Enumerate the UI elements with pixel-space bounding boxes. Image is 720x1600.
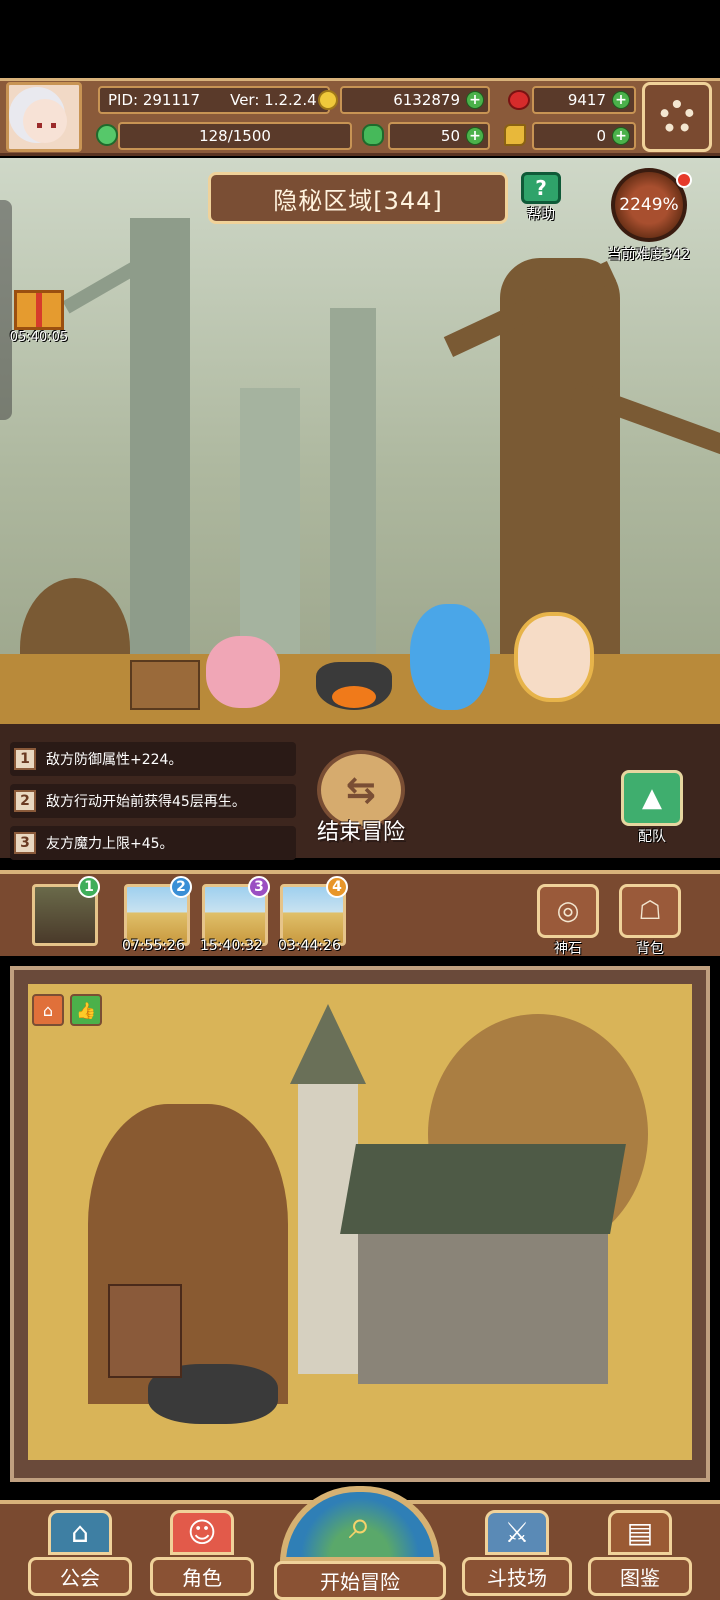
guild-icon: ⌂: [48, 1510, 112, 1555]
gift-button[interactable]: 05:40:05: [8, 290, 70, 350]
gold-counter: 6132879 +: [340, 86, 490, 114]
nav-guild[interactable]: ⌂ 公会: [28, 1510, 132, 1596]
stage-bar: [0, 870, 720, 956]
tower-roof: [290, 1004, 366, 1084]
base-map[interactable]: [28, 984, 692, 1460]
character-icon: ☺: [170, 1510, 234, 1555]
key-icon: [504, 124, 526, 146]
background-tree: [130, 218, 190, 698]
add-apple-icon[interactable]: +: [612, 91, 630, 109]
god-stone-label: 神石: [554, 941, 582, 957]
buff-number: 2: [14, 790, 36, 812]
nav-character[interactable]: ☺ 角色: [150, 1510, 254, 1596]
stage-badge-1: 1: [78, 876, 100, 898]
avatar-eye: [51, 123, 56, 128]
end-adventure-label: 结束冒险: [316, 820, 405, 845]
start-adventure-button[interactable]: ⌕ 开始冒险: [272, 1486, 448, 1600]
backpack-icon: ☖: [619, 884, 681, 938]
player-id: PID: 291117: [108, 91, 201, 109]
player-info-box: PID: 291117 Ver: 1.2.2.4: [98, 86, 330, 114]
stamina-value: 128/1500: [199, 127, 271, 145]
nav-character-label: 角色: [150, 1557, 254, 1596]
game-version: Ver: 1.2.2.4: [230, 91, 317, 109]
apple-value: 9417: [567, 91, 606, 109]
nav-codex[interactable]: ▤ 图鉴: [588, 1510, 692, 1596]
crate-stack: [108, 1284, 182, 1378]
background-tree: [330, 308, 376, 698]
blue-hero-sprite[interactable]: [410, 604, 490, 710]
avatar-face: [23, 99, 67, 143]
buff-text: 友方魔力上限+45。: [46, 836, 174, 852]
help-button[interactable]: ? 帮助: [516, 172, 566, 224]
blonde-hero-sprite[interactable]: [514, 612, 594, 702]
clover-value: 50: [440, 127, 460, 145]
help-label: 帮助: [527, 207, 555, 223]
gift-timer: 05:40:05: [9, 330, 69, 345]
crossed-swords-icon: ⚔: [485, 1510, 549, 1555]
buff-text: 敌方行动开始前获得45层再生。: [46, 794, 246, 810]
buff-item: 3 友方魔力上限+45。: [10, 826, 296, 860]
stage-timer-4: 03:44:26: [278, 938, 341, 954]
god-stone-icon: ◎: [537, 884, 599, 938]
stage-timer-2: 07:55:26: [122, 938, 185, 954]
start-adventure-label: 开始冒险: [274, 1561, 446, 1600]
buff-number: 3: [14, 832, 36, 854]
backpack-button[interactable]: ☖ 背包: [618, 884, 682, 958]
buff-item: 1 敌方防御属性+224。: [10, 742, 296, 776]
house[interactable]: [358, 1234, 608, 1384]
region-title: 隐秘区域[344]: [208, 172, 508, 224]
house-roof: [340, 1144, 626, 1234]
god-stone-button[interactable]: ◎ 神石: [536, 884, 600, 958]
gift-icon: [14, 290, 64, 330]
add-clover-icon[interactable]: +: [466, 127, 484, 145]
notification-dot-icon: [676, 172, 692, 188]
add-gold-icon[interactable]: +: [466, 91, 484, 109]
question-icon: ?: [521, 172, 561, 204]
thumbs-up-icon[interactable]: 👍: [70, 994, 102, 1026]
nav-guild-label: 公会: [28, 1557, 132, 1596]
buff-text: 敌方防御属性+224。: [46, 752, 183, 768]
gold-coin-icon: [318, 90, 338, 114]
gear-icon: [660, 100, 694, 134]
stage-timer-3: 15:40:32: [200, 938, 263, 954]
clover-icon: [362, 124, 384, 150]
stage-badge-3: 3: [248, 876, 270, 898]
stamina-bar: 128/1500: [118, 122, 352, 150]
team-button[interactable]: ▲ 配队: [618, 770, 686, 846]
pink-hero-sprite[interactable]: [206, 636, 280, 708]
team-icon: ▲: [621, 770, 683, 826]
clover-counter: 50 +: [388, 122, 490, 150]
stage-badge-4: 4: [326, 876, 348, 898]
book-icon: ▤: [608, 1510, 672, 1555]
stamina-icon: [96, 124, 118, 150]
buff-number: 1: [14, 748, 36, 770]
difficulty-label: 当前难度342: [607, 247, 691, 263]
avatar-eye: [37, 123, 42, 128]
buff-item: 2 敌方行动开始前获得45层再生。: [10, 784, 296, 818]
fire-icon: [332, 686, 376, 708]
key-counter: 0 +: [532, 122, 636, 150]
supply-crate: [130, 660, 200, 710]
nav-codex-label: 图鉴: [588, 1557, 692, 1596]
apple-icon: [508, 90, 530, 114]
player-avatar[interactable]: [6, 82, 82, 152]
backpack-label: 背包: [636, 941, 664, 957]
settings-button[interactable]: [642, 82, 712, 152]
add-key-icon[interactable]: +: [612, 127, 630, 145]
team-label: 配队: [638, 829, 666, 845]
shop-icon[interactable]: ⌂: [32, 994, 64, 1026]
apple-counter: 9417 +: [532, 86, 636, 114]
key-value: 0: [596, 127, 606, 145]
gold-value: 6132879: [393, 91, 460, 109]
end-adventure-button[interactable]: ⇆ 结束冒险: [306, 750, 416, 854]
nav-arena-label: 斗技场: [462, 1557, 572, 1596]
magnifier-icon: ⌕: [280, 1486, 440, 1563]
stage-badge-2: 2: [170, 876, 192, 898]
nav-arena[interactable]: ⚔ 斗技场: [462, 1510, 572, 1596]
